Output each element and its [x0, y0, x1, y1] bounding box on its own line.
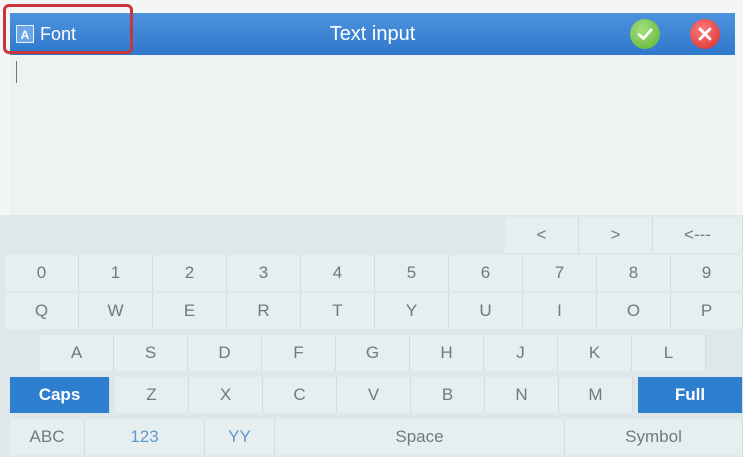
keyboard-asdf-row: A S D F G H J K L [0, 335, 743, 373]
key-yy[interactable]: YY [205, 419, 275, 455]
key-caps[interactable]: Caps [10, 377, 110, 413]
key-x[interactable]: X [189, 377, 263, 413]
key-e[interactable]: E [153, 293, 227, 329]
close-button[interactable] [690, 19, 720, 49]
key-5[interactable]: 5 [375, 255, 449, 291]
key-p[interactable]: P [671, 293, 743, 329]
key-8[interactable]: 8 [597, 255, 671, 291]
key-4[interactable]: 4 [301, 255, 375, 291]
close-icon [698, 27, 712, 41]
key-left-arrow[interactable]: < [505, 217, 579, 253]
keyboard-qwerty-row: Q W E R T Y U I O P [0, 293, 743, 331]
key-d[interactable]: D [188, 335, 262, 371]
ok-button[interactable] [630, 19, 660, 49]
key-z[interactable]: Z [115, 377, 189, 413]
key-u[interactable]: U [449, 293, 523, 329]
key-123[interactable]: 123 [85, 419, 205, 455]
key-full[interactable]: Full [638, 377, 743, 413]
on-screen-keyboard: < > <--- 0 1 2 3 4 5 6 7 8 9 Q W E R T Y… [0, 215, 743, 457]
key-i[interactable]: I [523, 293, 597, 329]
key-a[interactable]: A [40, 335, 114, 371]
key-g[interactable]: G [336, 335, 410, 371]
key-q[interactable]: Q [5, 293, 79, 329]
key-j[interactable]: J [484, 335, 558, 371]
key-backspace[interactable]: <--- [653, 217, 743, 253]
key-r[interactable]: R [227, 293, 301, 329]
key-1[interactable]: 1 [79, 255, 153, 291]
key-s[interactable]: S [114, 335, 188, 371]
key-k[interactable]: K [558, 335, 632, 371]
key-f[interactable]: F [262, 335, 336, 371]
font-button[interactable]: A Font [10, 13, 128, 55]
key-right-arrow[interactable]: > [579, 217, 653, 253]
key-symbol[interactable]: Symbol [565, 419, 743, 455]
key-t[interactable]: T [301, 293, 375, 329]
key-n[interactable]: N [485, 377, 559, 413]
key-6[interactable]: 6 [449, 255, 523, 291]
key-m[interactable]: M [559, 377, 633, 413]
check-icon [637, 28, 653, 40]
title-bar: A Font Text input [10, 13, 735, 55]
key-o[interactable]: O [597, 293, 671, 329]
text-input-area[interactable] [10, 55, 735, 215]
key-3[interactable]: 3 [227, 255, 301, 291]
key-h[interactable]: H [410, 335, 484, 371]
key-w[interactable]: W [79, 293, 153, 329]
keyboard-zxcv-row: Caps Z X C V B N M Full [0, 377, 743, 415]
keyboard-number-row: 0 1 2 3 4 5 6 7 8 9 [0, 255, 743, 293]
keyboard-nav-row: < > <--- [0, 217, 743, 255]
text-caret [16, 61, 17, 83]
key-space[interactable]: Space [275, 419, 565, 455]
key-9[interactable]: 9 [671, 255, 743, 291]
key-0[interactable]: 0 [5, 255, 79, 291]
font-icon: A [16, 25, 34, 43]
key-v[interactable]: V [337, 377, 411, 413]
key-b[interactable]: B [411, 377, 485, 413]
keyboard-bottom-row: ABC 123 YY Space Symbol [0, 419, 743, 457]
key-l[interactable]: L [632, 335, 706, 371]
key-c[interactable]: C [263, 377, 337, 413]
key-abc[interactable]: ABC [10, 419, 85, 455]
key-7[interactable]: 7 [523, 255, 597, 291]
font-button-label: Font [40, 23, 77, 44]
key-2[interactable]: 2 [153, 255, 227, 291]
key-y[interactable]: Y [375, 293, 449, 329]
